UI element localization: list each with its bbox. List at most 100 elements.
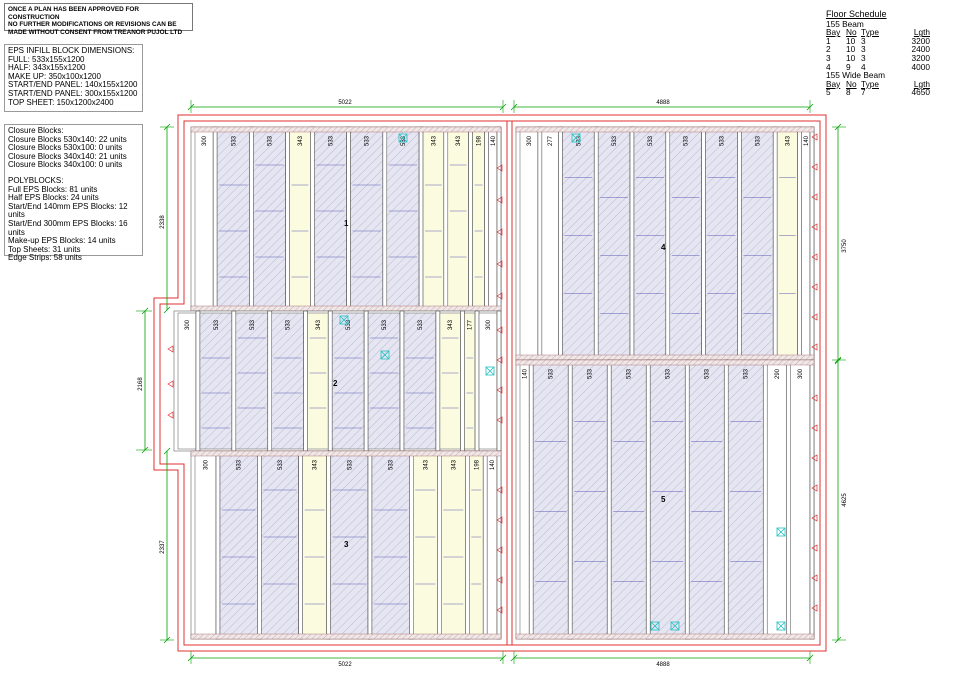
block-width-label: 533: [744, 368, 750, 379]
eps-block: [219, 452, 258, 638]
beam: [435, 310, 441, 452]
beam: [195, 310, 201, 452]
eps-block: [177, 312, 197, 450]
beam: [418, 126, 424, 312]
block-width-label: 533: [705, 368, 711, 379]
beam: [257, 450, 262, 640]
eps-block: [261, 452, 299, 638]
block-width-label: 140: [491, 135, 497, 146]
block-width-label: 177: [468, 319, 474, 330]
eps-block: [447, 128, 469, 310]
block-width-label: 533: [286, 319, 292, 330]
dimension-left-lower: 2337: [160, 540, 166, 554]
eps-block: [776, 128, 798, 359]
beam: [303, 310, 308, 452]
beam: [215, 450, 221, 640]
edge-strip-top: [515, 126, 815, 133]
block-width-label: 533: [755, 135, 761, 146]
beam: [298, 450, 303, 640]
block-width-label: 533: [347, 459, 353, 470]
block-width-label: 533: [267, 135, 273, 146]
block-width-label: 533: [346, 319, 352, 330]
eps-block: [271, 312, 304, 450]
eps-block: [330, 452, 369, 638]
block-width-label: 343: [451, 459, 457, 470]
dimension-left-upper: 2338: [160, 215, 166, 229]
beam: [409, 450, 414, 640]
block-width-label: 533: [365, 135, 371, 146]
block-width-label: 300: [185, 319, 191, 330]
eps-block: [350, 128, 384, 310]
eps-block: [469, 452, 484, 638]
block-width-label: 533: [588, 368, 594, 379]
beam: [399, 310, 405, 452]
edge-strip-top: [190, 450, 502, 457]
eps-block: [519, 361, 530, 638]
block-width-label: 533: [389, 459, 395, 470]
block-width-label: 533: [627, 368, 633, 379]
beam: [212, 126, 218, 312]
bay-2: 300 533 533 533 343 533 533 533 343 177 300: [173, 310, 502, 452]
block-width-label: 533: [666, 368, 672, 379]
edge-strip-bottom: [515, 354, 815, 361]
eps-block: [371, 452, 410, 638]
beam: [785, 359, 791, 640]
beam: [382, 126, 388, 312]
eps-block: [307, 312, 329, 450]
block-width-label: 533: [328, 135, 334, 146]
dimension-left-middle: 2168: [138, 377, 144, 391]
dimension-right-lower: 4625: [842, 493, 848, 507]
dimension-right-upper: 3750: [842, 239, 848, 253]
eps-block: [235, 312, 269, 450]
eps-block: [199, 312, 233, 450]
eps-block: [216, 128, 250, 310]
beam: [797, 126, 802, 361]
bearing-triangle: [167, 380, 174, 388]
eps-block: [472, 128, 485, 310]
bearing-triangle: [167, 345, 174, 353]
beam: [249, 126, 254, 312]
eps-block: [439, 312, 461, 450]
eps-block: [367, 312, 401, 450]
beam: [593, 126, 599, 361]
block-width-label: 533: [684, 135, 690, 146]
eps-block: [801, 128, 811, 359]
bearing-triangle: [167, 411, 174, 419]
dimension-bottom-left: 5022: [338, 662, 352, 668]
beam: [367, 450, 373, 640]
beam: [326, 450, 331, 640]
block-width-label: 198: [474, 459, 480, 470]
beam: [482, 450, 488, 640]
beam: [567, 359, 573, 640]
eps-block: [541, 128, 559, 359]
block-width-label: 533: [237, 459, 243, 470]
eps-block: [464, 312, 476, 450]
block-width-label: 533: [231, 135, 237, 146]
eps-block: [669, 128, 702, 359]
eps-block: [253, 128, 286, 310]
eps-block: [194, 452, 217, 638]
eps-block: [519, 128, 539, 359]
block-width-label: 343: [456, 135, 462, 146]
beam: [684, 359, 690, 640]
beam: [645, 359, 651, 640]
block-width-label: 533: [278, 459, 284, 470]
beam: [762, 359, 768, 640]
beam: [267, 310, 273, 452]
block-width-label: 533: [382, 319, 388, 330]
edge-strip-bottom: [515, 633, 815, 640]
eps-block: [422, 128, 445, 310]
eps-block: [478, 312, 498, 450]
beam: [809, 126, 815, 361]
edge-strip-bottom: [190, 633, 502, 640]
eps-block: [289, 128, 311, 310]
eps-block: [766, 361, 787, 638]
edge-strip-top: [190, 126, 502, 133]
beam: [231, 310, 237, 452]
block-width-label: 140: [490, 459, 496, 470]
beam: [528, 359, 534, 640]
eps-block: [610, 361, 647, 638]
block-width-label: 198: [477, 135, 483, 146]
block-width-label: 533: [250, 319, 256, 330]
eps-block: [649, 361, 686, 638]
